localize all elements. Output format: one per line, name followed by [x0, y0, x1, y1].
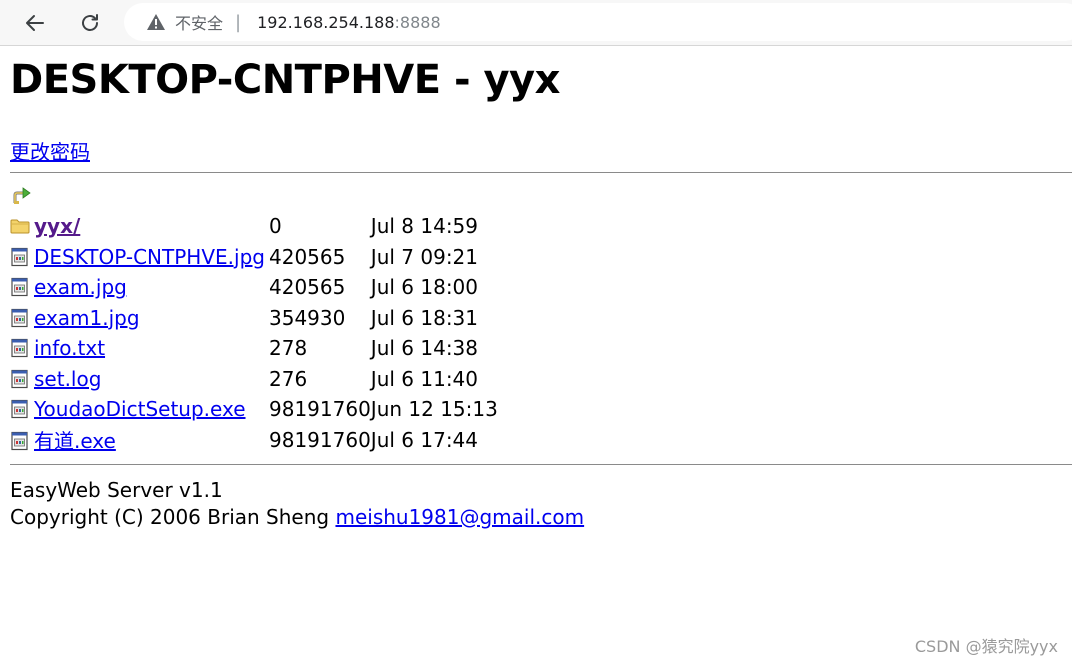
file-row: 有道.exe 98191760 Jul 6 17:44 — [10, 425, 498, 456]
file-size: 98191760 — [269, 397, 371, 422]
file-name-cell: DESKTOP-CNTPHVE.jpg — [10, 242, 269, 273]
top-divider — [10, 172, 1072, 173]
file-size: 0 — [269, 214, 282, 239]
change-password-link[interactable]: 更改密码 — [10, 136, 90, 165]
file-icon — [10, 308, 30, 328]
footer: EasyWeb Server v1.1 Copyright (C) 2006 B… — [10, 477, 584, 531]
file-row: yyx/0 Jul 8 14:59 — [10, 211, 498, 242]
url-separator: | — [235, 11, 242, 33]
file-link[interactable]: set.log — [34, 367, 101, 391]
file-size: 420565 — [269, 275, 346, 300]
file-name-cell: exam.jpg — [10, 272, 269, 303]
file-modified-date: Jul 6 18:31 — [370, 305, 479, 330]
file-row: YoudaoDictSetup.exe 98191760 Jun 12 15:13 — [10, 394, 498, 425]
copyright-line: Copyright (C) 2006 Brian Sheng meishu198… — [10, 504, 584, 531]
file-icon — [10, 247, 30, 267]
file-modified-date: Jul 8 14:59 — [370, 214, 479, 239]
file-modified-date: Jul 6 17:44 — [370, 427, 479, 452]
copyright-text: Copyright (C) 2006 Brian Sheng — [10, 505, 330, 529]
back-arrow-icon — [26, 15, 44, 31]
page-title: DESKTOP-CNTPHVE - yyx — [10, 57, 560, 103]
file-row: exam.jpg 420565 Jul 6 18:00 — [10, 272, 498, 303]
file-name-cell: yyx/ — [10, 211, 269, 242]
security-status-label[interactable]: 不安全 — [175, 10, 223, 34]
url-host: 192.168.254.188 — [257, 12, 395, 32]
reload-button[interactable] — [74, 7, 106, 39]
file-name-cell: exam1.jpg — [10, 303, 269, 334]
file-link[interactable]: yyx/ — [34, 214, 80, 238]
server-version: EasyWeb Server v1.1 — [10, 478, 223, 502]
file-modified-date: Jul 6 18:00 — [370, 275, 479, 300]
file-size: 278 — [269, 336, 308, 361]
file-icon — [10, 431, 30, 451]
file-icon — [10, 338, 30, 358]
file-size: 98191760 — [269, 427, 371, 452]
url-port: :8888 — [394, 12, 441, 32]
file-modified-date: Jul 6 14:38 — [370, 336, 479, 361]
file-modified-date: Jun 12 15:13 — [370, 397, 498, 422]
file-link[interactable]: 有道.exe — [34, 429, 116, 453]
file-name-cell: info.txt — [10, 333, 269, 364]
browser-toolbar: 不安全 | 192.168.254.188:8888 — [0, 0, 1072, 46]
file-link[interactable]: YoudaoDictSetup.exe — [34, 397, 246, 421]
file-icon — [10, 399, 30, 419]
file-link[interactable]: info.txt — [34, 336, 105, 360]
file-size: 276 — [269, 366, 308, 391]
file-icon — [10, 369, 30, 389]
file-link[interactable]: exam1.jpg — [34, 306, 140, 330]
reload-icon — [82, 14, 98, 31]
file-listing-table: yyx/0 Jul 8 14:59 DESKTOP-CNTPHVE.jpg 42056… — [10, 211, 498, 455]
file-link[interactable]: DESKTOP-CNTPHVE.jpg — [34, 245, 265, 269]
author-email-link[interactable]: meishu1981@gmail.com — [335, 505, 584, 529]
watermark: CSDN @猿究院yyx — [914, 637, 1058, 656]
file-row: exam1.jpg 354930 Jul 6 18:31 — [10, 303, 498, 334]
back-button[interactable] — [19, 7, 51, 39]
file-link[interactable]: exam.jpg — [34, 275, 127, 299]
file-size: 354930 — [269, 305, 346, 330]
file-row: DESKTOP-CNTPHVE.jpg 420565 Jul 7 09:21 — [10, 242, 498, 273]
file-name-cell: set.log — [10, 364, 269, 395]
file-icon — [10, 277, 30, 297]
file-name-cell: YoudaoDictSetup.exe — [10, 394, 269, 425]
folder-icon — [10, 216, 30, 236]
bottom-divider — [10, 464, 1072, 465]
parent-directory-icon[interactable] — [13, 186, 33, 206]
file-size: 420565 — [269, 244, 346, 269]
warning-icon[interactable] — [146, 13, 166, 31]
file-row: info.txt 278 Jul 6 14:38 — [10, 333, 498, 364]
file-name-cell: 有道.exe — [10, 425, 269, 456]
file-row: set.log 276 Jul 6 11:40 — [10, 364, 498, 395]
file-modified-date: Jul 6 11:40 — [370, 366, 479, 391]
file-modified-date: Jul 7 09:21 — [370, 244, 479, 269]
address-bar[interactable]: 不安全 | 192.168.254.188:8888 — [124, 3, 1072, 41]
